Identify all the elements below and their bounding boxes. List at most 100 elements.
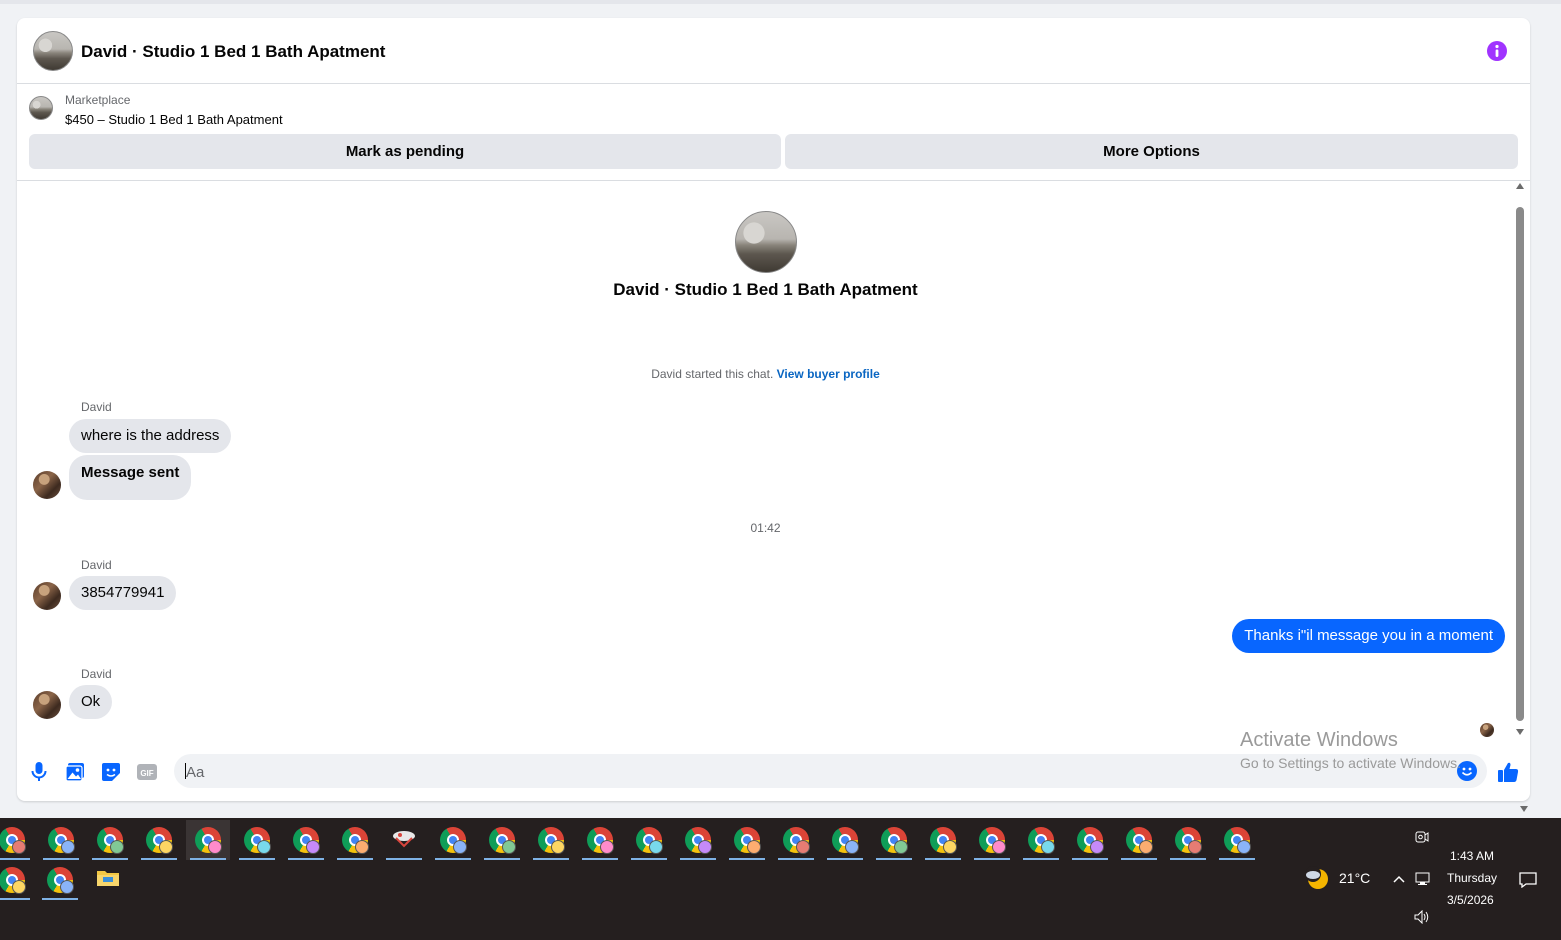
gif-icon[interactable]: GIF (136, 761, 158, 783)
taskbar-snipping-tool[interactable] (382, 820, 426, 860)
running-indicator (1219, 858, 1255, 860)
profile-badge-icon (1188, 840, 1202, 854)
listing-banner: Marketplace $450 – Studio 1 Bed 1 Bath A… (17, 84, 1530, 181)
profile-badge-icon (12, 840, 26, 854)
taskbar-chrome-window[interactable] (1068, 820, 1112, 860)
running-indicator (42, 898, 78, 900)
profile-badge-icon (1139, 840, 1153, 854)
chrome-icon (1224, 827, 1251, 854)
sender-avatar[interactable] (33, 582, 61, 610)
taskbar-chrome-window[interactable] (529, 820, 573, 860)
taskbar-chrome-window[interactable] (774, 820, 818, 860)
incoming-message[interactable]: Message sent (69, 455, 192, 500)
taskbar-chrome-window[interactable] (39, 820, 83, 860)
conversation-title[interactable]: David · Studio 1 Bed 1 Bath Apatment (81, 42, 385, 62)
sender-avatar[interactable] (33, 691, 61, 719)
taskbar-chrome-window[interactable] (1117, 820, 1161, 860)
scroll-up-arrow[interactable] (1516, 183, 1524, 189)
chevron-up-icon[interactable] (1388, 868, 1410, 890)
microphone-icon[interactable] (28, 761, 50, 783)
photo-icon[interactable] (64, 761, 86, 783)
taskbar-chrome-window[interactable] (0, 820, 34, 860)
listing-price-title[interactable]: $450 – Studio 1 Bed 1 Bath Apatment (65, 112, 283, 127)
page-scroll-down-arrow[interactable] (1520, 806, 1528, 812)
sender-avatar[interactable] (33, 471, 61, 499)
profile-badge-icon (698, 840, 712, 854)
snipping-tool-icon (391, 828, 417, 853)
taskbar-chrome-window[interactable] (333, 820, 377, 860)
taskbar-chrome-window[interactable] (88, 820, 132, 860)
view-buyer-profile-link[interactable]: View buyer profile (777, 367, 880, 381)
taskbar-chrome-window[interactable] (284, 820, 328, 860)
taskbar-chrome-window[interactable] (431, 820, 475, 860)
taskbar-chrome-window[interactable] (676, 820, 720, 860)
network-icon[interactable] (1412, 868, 1434, 890)
taskbar-chrome-window[interactable] (235, 820, 279, 860)
weather-moon-icon (1305, 866, 1328, 889)
listing-kicker: Marketplace (65, 93, 131, 107)
running-indicator (925, 858, 961, 860)
listing-thumbnail[interactable] (29, 96, 53, 120)
meet-now-icon[interactable] (1404, 818, 1440, 856)
sticker-icon[interactable] (100, 761, 122, 783)
taskbar-chrome-window[interactable] (1166, 820, 1210, 860)
profile-badge-icon (159, 840, 173, 854)
chrome-icon (48, 827, 75, 854)
watermark-title: Activate Windows (1240, 729, 1398, 751)
chrome-icon (685, 827, 712, 854)
clock-day[interactable]: Thursday (1447, 871, 1497, 885)
taskbar-chrome-window[interactable] (480, 820, 524, 860)
scroll-thumb[interactable] (1516, 207, 1524, 721)
incoming-message[interactable]: 3854779941 (69, 576, 177, 610)
chrome-icon (930, 827, 957, 854)
chat-started-note: David started this chat. View buyer prof… (17, 367, 1514, 381)
chrome-icon (979, 827, 1006, 854)
listing-avatar[interactable] (33, 31, 73, 71)
chrome-icon (636, 827, 663, 854)
profile-badge-icon (61, 840, 75, 854)
profile-badge-icon (894, 840, 908, 854)
taskbar-chrome-window[interactable] (137, 820, 181, 860)
profile-badge-icon (1041, 840, 1055, 854)
clock-time[interactable]: 1:43 AM (1450, 849, 1494, 863)
profile-badge-icon (306, 840, 320, 854)
speaker-icon[interactable] (1411, 906, 1433, 928)
taskbar-chrome-window[interactable] (627, 820, 671, 860)
info-icon[interactable] (1487, 41, 1507, 61)
incoming-message[interactable]: where is the address (69, 419, 232, 453)
taskbar-chrome-window[interactable] (38, 860, 82, 900)
thread-scrollbar[interactable] (1514, 183, 1526, 735)
taskbar-file-explorer[interactable] (86, 860, 130, 900)
running-indicator (680, 858, 716, 860)
taskbar-chrome-window[interactable] (970, 820, 1014, 860)
thread-intro-title: David · Studio 1 Bed 1 Bath Apatment (613, 280, 918, 299)
taskbar-chrome-window[interactable] (823, 820, 867, 860)
taskbar-chrome-window[interactable] (921, 820, 965, 860)
taskbar-chrome-window[interactable] (1215, 820, 1259, 860)
taskbar-chrome-window[interactable] (872, 820, 916, 860)
outgoing-message[interactable]: Thanks i"il message you in a moment (1232, 619, 1505, 653)
taskbar-chrome-window[interactable] (0, 860, 34, 900)
taskbar-chrome-window[interactable] (725, 820, 769, 860)
scroll-down-arrow[interactable] (1516, 729, 1524, 735)
taskbar-chrome-window[interactable] (186, 820, 230, 860)
thumbs-up-icon[interactable] (1497, 761, 1519, 783)
running-indicator (729, 858, 765, 860)
windows-taskbar: 21°C 1:43 AM Thursday 3/5/2026 (0, 818, 1561, 940)
profile-badge-icon (60, 880, 74, 894)
message-thread[interactable]: David · Studio 1 Bed 1 Bath Apatment Dav… (17, 181, 1530, 741)
more-options-button[interactable]: More Options (785, 134, 1518, 169)
taskbar-chrome-window[interactable] (578, 820, 622, 860)
incoming-message[interactable]: Ok (69, 685, 113, 719)
clock-date[interactable]: 3/5/2026 (1447, 893, 1494, 907)
profile-badge-icon (551, 840, 565, 854)
chrome-icon (587, 827, 614, 854)
profile-badge-icon (747, 840, 761, 854)
profile-badge-icon (12, 880, 26, 894)
weather-widget[interactable]: 21°C (1305, 866, 1370, 890)
mark-as-pending-button[interactable]: Mark as pending (29, 134, 781, 169)
notification-center-icon[interactable] (1515, 868, 1541, 892)
running-indicator (0, 898, 30, 900)
taskbar-chrome-window[interactable] (1019, 820, 1063, 860)
running-indicator (582, 858, 618, 860)
